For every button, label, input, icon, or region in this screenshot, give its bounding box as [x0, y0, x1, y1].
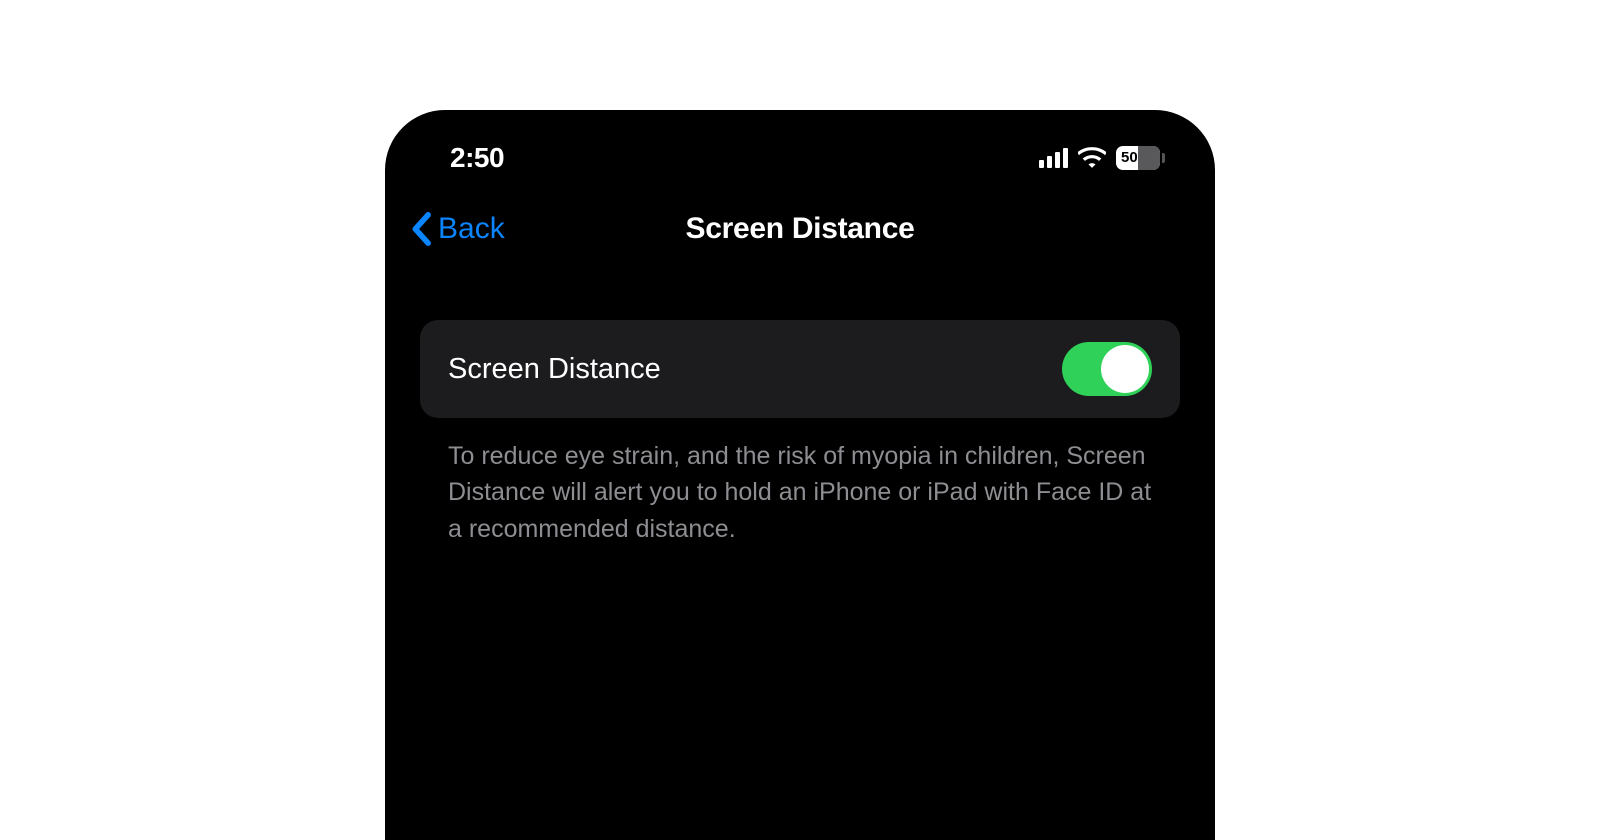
back-label: Back — [438, 212, 505, 246]
toggle-knob — [1101, 345, 1149, 393]
setting-description: To reduce eye strain, and the risk of my… — [420, 418, 1180, 547]
chevron-left-icon — [410, 212, 432, 246]
battery-level: 50 — [1116, 149, 1138, 166]
status-time: 2:50 — [450, 142, 504, 174]
battery-icon: 50 — [1116, 146, 1165, 170]
setting-label: Screen Distance — [448, 353, 661, 386]
screen-distance-row: Screen Distance — [420, 320, 1180, 418]
status-icons: 50 — [1039, 146, 1165, 170]
cellular-signal-icon — [1039, 148, 1068, 168]
wifi-icon — [1078, 147, 1106, 169]
status-bar: 2:50 50 — [385, 110, 1215, 180]
phone-frame: 2:50 50 — [385, 110, 1215, 840]
screen-distance-toggle[interactable] — [1062, 342, 1152, 396]
navigation-bar: Back Screen Distance — [385, 180, 1215, 250]
back-button[interactable]: Back — [410, 212, 505, 246]
content-area: Screen Distance To reduce eye strain, an… — [385, 250, 1215, 547]
page-title: Screen Distance — [686, 212, 915, 246]
